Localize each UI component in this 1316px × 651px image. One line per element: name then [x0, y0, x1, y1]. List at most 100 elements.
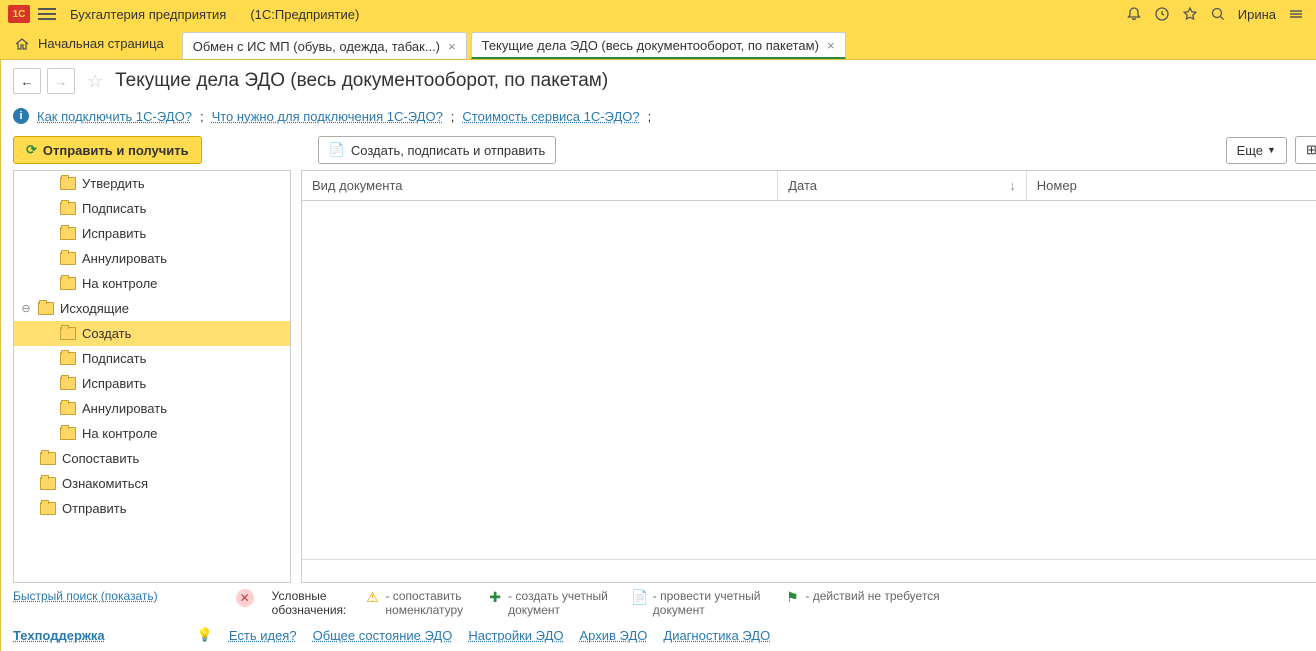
tree-label: Сопоставить — [62, 451, 139, 466]
edo-status-link[interactable]: Общее состояние ЭДО — [313, 628, 453, 643]
tree-item[interactable]: На контроле — [14, 271, 290, 296]
button-label: Отправить и получить — [43, 143, 189, 158]
edo-diag-link[interactable]: Диагностика ЭДО — [663, 628, 770, 643]
tree-item[interactable]: Аннулировать — [14, 246, 290, 271]
column-number[interactable]: Номер — [1027, 171, 1316, 200]
app-logo: 1C — [8, 5, 30, 23]
tree-label: Аннулировать — [82, 401, 167, 416]
search-icon[interactable] — [1206, 2, 1230, 26]
tab-label: Текущие дела ЭДО (весь документооборот, … — [482, 38, 819, 53]
tree-item[interactable]: Подписать — [14, 346, 290, 371]
tree-label: На контроле — [82, 426, 157, 441]
more-button[interactable]: Еще ▼ — [1226, 137, 1287, 164]
sort-indicator-icon: ↓ — [1009, 178, 1016, 193]
bell-icon[interactable] — [1122, 2, 1146, 26]
quick-search-link[interactable]: Быстрый поиск (показать) — [13, 589, 158, 603]
document-check-icon: 📄 — [632, 589, 648, 605]
clear-icon[interactable]: ✕ — [236, 589, 254, 607]
button-label: Еще — [1237, 143, 1263, 158]
tree-item-outgoing[interactable]: ⊖ Исходящие — [14, 296, 290, 321]
nav-back-button[interactable]: ← — [13, 68, 41, 94]
folder-icon — [60, 377, 76, 390]
legend-create: ✚ - создать учетныйдокумент — [487, 589, 608, 617]
legend-label: обозначения: — [272, 603, 347, 617]
document-icon: 📄 — [329, 142, 345, 158]
tree-label: Отправить — [62, 501, 126, 516]
platform-label: (1С:Предприятие) — [250, 7, 359, 22]
folder-icon — [40, 477, 56, 490]
collapse-icon[interactable]: ⊖ — [20, 302, 32, 315]
home-tab-label: Начальная страница — [38, 36, 164, 51]
folder-icon — [40, 452, 56, 465]
folder-icon — [60, 202, 76, 215]
home-tab[interactable]: Начальная страница — [0, 28, 178, 59]
info-link-connect[interactable]: Как подключить 1С-ЭДО? — [37, 109, 192, 124]
app-name: Бухгалтерия предприятия — [70, 7, 226, 22]
tree-label: Аннулировать — [82, 251, 167, 266]
tab-ismp[interactable]: Обмен с ИС МП (обувь, одежда, табак...) … — [182, 32, 467, 59]
info-icon: i — [13, 108, 29, 124]
star-icon[interactable] — [1178, 2, 1202, 26]
folder-icon — [38, 302, 54, 315]
folder-icon — [60, 177, 76, 190]
table-nav: ⤒ ▲ ▼ ⤓ — [302, 559, 1316, 582]
folder-icon — [60, 227, 76, 240]
idea-link[interactable]: Есть идея? — [229, 628, 297, 643]
tree[interactable]: Утвердить Подписать Исправить Аннулирова… — [14, 171, 290, 582]
create-sign-button[interactable]: 📄 Создать, подписать и отправить — [318, 136, 557, 164]
page-title: Текущие дела ЭДО (весь документооборот, … — [115, 70, 608, 92]
close-icon[interactable]: × — [448, 39, 456, 54]
button-label: Создать, подписать и отправить — [351, 143, 545, 158]
user-menu-icon[interactable] — [1284, 2, 1308, 26]
user-name[interactable]: Ирина — [1238, 7, 1276, 22]
tree-item-create[interactable]: Создать — [14, 321, 290, 346]
tree-item[interactable]: Исправить — [14, 221, 290, 246]
tree-label: Утвердить — [82, 176, 145, 191]
tree-label: Исправить — [82, 376, 146, 391]
support-link[interactable]: Техподдержка — [13, 628, 105, 643]
tree-label: Подписать — [82, 351, 146, 366]
footer-legend: Быстрый поиск (показать) ✕ Условные обоз… — [1, 583, 1316, 623]
info-link-cost[interactable]: Стоимость сервиса 1С-ЭДО? — [462, 109, 639, 124]
tree-item[interactable]: На контроле — [14, 421, 290, 446]
tree-item[interactable]: Утвердить — [14, 171, 290, 196]
table-body[interactable] — [302, 201, 1316, 559]
tree-item[interactable]: Сопоставить — [14, 446, 290, 471]
info-bar: i Как подключить 1С-ЭДО?; Что нужно для … — [1, 102, 1316, 130]
warning-icon: ⚠ — [364, 589, 380, 605]
tree-label: На контроле — [82, 276, 157, 291]
tree-label: Ознакомиться — [62, 476, 148, 491]
send-receive-button[interactable]: ⟳ Отправить и получить — [13, 136, 202, 164]
tree-item[interactable]: Исправить — [14, 371, 290, 396]
nav-forward-button[interactable]: → — [47, 68, 75, 94]
tree-item[interactable]: Аннулировать — [14, 396, 290, 421]
bulb-icon: 💡 — [197, 627, 213, 643]
legend-match: ⚠ - сопоставитьноменклатуру — [364, 589, 463, 617]
tree-item[interactable]: Подписать — [14, 196, 290, 221]
folder-icon — [60, 327, 76, 340]
column-date[interactable]: Дата↓ — [778, 171, 1027, 200]
menu-icon[interactable] — [38, 5, 56, 23]
history-icon[interactable] — [1150, 2, 1174, 26]
edo-settings-link[interactable]: Настройки ЭДО — [468, 628, 563, 643]
tree-label: Создать — [82, 326, 131, 341]
column-doctype[interactable]: Вид документа — [302, 171, 778, 200]
action-bar: ⟳ Отправить и получить 📄 Создать, подпис… — [1, 130, 1316, 170]
close-icon[interactable]: × — [827, 38, 835, 53]
tree-label: Исправить — [82, 226, 146, 241]
tree-label: Подписать — [82, 201, 146, 216]
tab-edo[interactable]: Текущие дела ЭДО (весь документооборот, … — [471, 32, 846, 59]
favorite-star-icon[interactable]: ☆ — [87, 71, 103, 92]
tree-item[interactable]: Ознакомиться — [14, 471, 290, 496]
info-link-require[interactable]: Что нужно для подключения 1С-ЭДО? — [212, 109, 443, 124]
home-icon — [14, 36, 30, 52]
folder-icon — [60, 402, 76, 415]
view-settings-button[interactable]: ⊞ Настройка просмотра — [1295, 136, 1316, 164]
edo-archive-link[interactable]: Архив ЭДО — [580, 628, 648, 643]
tree-label: Исходящие — [60, 301, 129, 316]
content-toolbar: ← → ☆ Текущие дела ЭДО (весь документооб… — [1, 60, 1316, 102]
tree-item[interactable]: Отправить — [14, 496, 290, 521]
footer-links: Техподдержка 💡 Есть идея? Общее состояни… — [1, 623, 1316, 651]
folder-icon — [60, 427, 76, 440]
folder-icon — [40, 502, 56, 515]
